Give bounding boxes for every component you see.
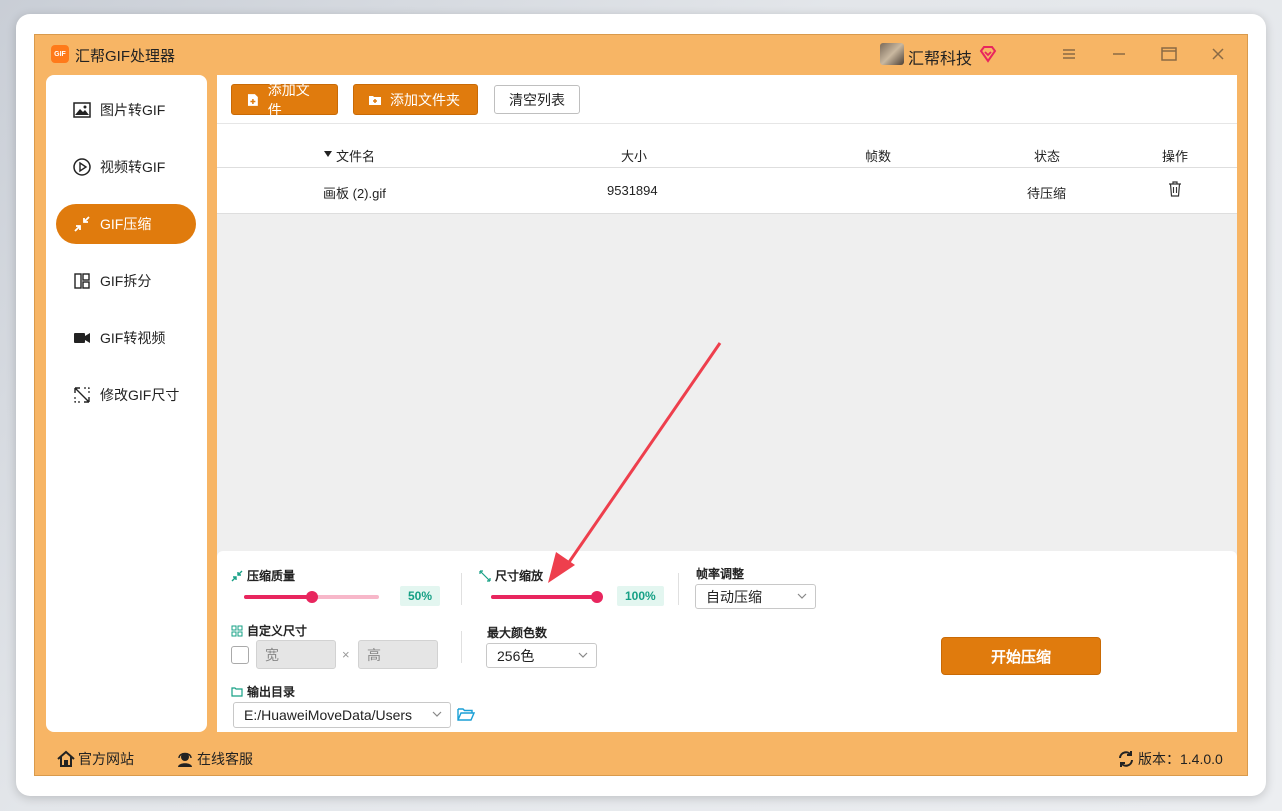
settings-panel: 压缩质量 50% 尺寸缩放 100% 帧率调整 自动压缩 自定义尺寸 宽 × 高… — [217, 551, 1237, 732]
online-support-link[interactable]: 在线客服 — [176, 749, 253, 769]
add-folder-label: 添加文件夹 — [390, 91, 460, 108]
width-input[interactable]: 宽 — [256, 640, 336, 669]
custom-size-label: 自定义尺寸 — [231, 622, 307, 639]
video-camera-icon — [72, 329, 92, 347]
resize-small-icon — [479, 569, 491, 582]
table-header: 文件名 大小 帧数 状态 操作 — [217, 146, 1237, 168]
sidebar-item-gif-to-video[interactable]: GIF转视频 — [56, 318, 196, 358]
sort-desc-icon[interactable] — [323, 146, 333, 161]
column-header-status[interactable]: 状态 — [1034, 146, 1060, 165]
framerate-select[interactable]: 自动压缩 — [695, 584, 816, 609]
play-icon — [72, 158, 92, 176]
sidebar-item-label: 视频转GIF — [100, 159, 166, 175]
app-title: 汇帮GIF处理器 — [75, 48, 175, 65]
version-info[interactable]: 版本：1.4.0.0 — [1117, 749, 1223, 769]
compress-small-icon — [231, 570, 243, 581]
add-folder-button[interactable]: 添加文件夹 — [353, 84, 478, 115]
output-dir-select[interactable]: E:/HuaweiMoveData/Users — [233, 702, 451, 728]
trash-icon[interactable] — [1168, 181, 1182, 200]
output-dir-label: 输出目录 — [231, 683, 295, 700]
compress-icon — [72, 215, 92, 233]
vip-diamond-icon[interactable] — [978, 44, 998, 64]
app-logo-icon: GIF — [51, 45, 69, 63]
image-icon — [72, 101, 92, 119]
divider — [461, 631, 462, 663]
sidebar-item-label: 修改GIF尺寸 — [100, 387, 180, 403]
file-name: 画板 (2).gif — [323, 186, 386, 201]
refresh-icon — [1119, 751, 1133, 767]
home-icon — [57, 750, 75, 767]
sidebar-item-label: GIF拆分 — [100, 273, 152, 289]
custom-size-checkbox[interactable] — [231, 646, 249, 664]
file-size: 9531894 — [607, 183, 658, 198]
max-colors-label: 最大颜色数 — [487, 626, 548, 640]
app-window: GIF 汇帮GIF处理器 汇帮科技 图片转GIF 视频转GIF GIF压缩 GI… — [34, 34, 1248, 776]
quality-slider-thumb[interactable] — [305, 591, 318, 603]
headset-icon — [178, 752, 192, 767]
title-bar: GIF 汇帮GIF处理器 汇帮科技 — [35, 35, 1247, 73]
sidebar-item-label: GIF压缩 — [100, 216, 152, 232]
chevron-down-icon — [797, 593, 807, 599]
chevron-down-icon — [578, 652, 588, 658]
add-file-label: 添加文件 — [267, 81, 310, 118]
scale-slider-thumb[interactable] — [591, 591, 603, 603]
menu-icon[interactable] — [1058, 43, 1080, 65]
add-file-button[interactable]: 添加文件 — [231, 82, 338, 118]
column-header-filename[interactable]: 文件名 — [336, 146, 375, 165]
column-header-frames[interactable]: 帧数 — [865, 146, 891, 165]
user-name[interactable]: 汇帮科技 — [908, 45, 972, 69]
sidebar-item-label: GIF转视频 — [100, 330, 166, 346]
main-panel: 添加文件 添加文件夹 清空列表 文件名 大小 帧数 状态 操作 画板 (2).g — [217, 75, 1237, 732]
scale-slider-track[interactable] — [491, 595, 597, 599]
maximize-icon[interactable] — [1158, 43, 1180, 65]
divider — [678, 573, 679, 605]
times-symbol: × — [342, 647, 350, 662]
sidebar-item-gif-split[interactable]: GIF拆分 — [56, 261, 196, 301]
sidebar: 图片转GIF 视频转GIF GIF压缩 GIF拆分 GIF转视频 修改GIF尺寸 — [46, 75, 207, 732]
column-header-actions: 操作 — [1162, 149, 1189, 164]
chevron-down-icon — [432, 711, 442, 717]
sidebar-item-resize-gif[interactable]: 修改GIF尺寸 — [56, 375, 196, 415]
official-website-link[interactable]: 官方网站 — [57, 749, 134, 769]
user-avatar[interactable] — [880, 43, 904, 65]
table-row[interactable]: 画板 (2).gif 9531894 待压缩 — [217, 168, 1237, 214]
file-status: 待压缩 — [1027, 186, 1067, 201]
minimize-icon[interactable] — [1108, 43, 1130, 65]
divider — [461, 573, 462, 605]
toolbar: 添加文件 添加文件夹 清空列表 — [217, 75, 1237, 124]
framerate-label: 帧率调整 — [696, 567, 745, 581]
file-plus-icon — [247, 93, 258, 106]
open-folder-icon[interactable] — [457, 707, 475, 722]
start-compress-button[interactable]: 开始压缩 — [941, 637, 1101, 675]
split-icon — [72, 272, 92, 290]
grid-icon — [231, 625, 243, 636]
file-table: 文件名 大小 帧数 状态 操作 画板 (2).gif 9531894 待压缩 — [217, 124, 1237, 214]
sidebar-item-image-to-gif[interactable]: 图片转GIF — [56, 90, 196, 130]
scale-value-badge: 100% — [617, 586, 664, 606]
sidebar-item-video-to-gif[interactable]: 视频转GIF — [56, 147, 196, 187]
close-icon[interactable] — [1207, 43, 1229, 65]
column-header-size[interactable]: 大小 — [621, 146, 647, 165]
folder-plus-icon — [369, 95, 381, 105]
sidebar-item-label: 图片转GIF — [100, 102, 166, 118]
folder-icon — [231, 686, 243, 697]
resize-icon — [72, 386, 92, 404]
quality-value-badge: 50% — [400, 586, 441, 606]
sidebar-item-gif-compress[interactable]: GIF压缩 — [56, 204, 196, 244]
max-colors-select[interactable]: 256色 — [486, 643, 597, 668]
height-input[interactable]: 高 — [358, 640, 438, 669]
scale-label: 尺寸缩放 — [479, 567, 543, 584]
clear-list-button[interactable]: 清空列表 — [494, 85, 580, 114]
quality-label: 压缩质量 — [231, 567, 295, 584]
